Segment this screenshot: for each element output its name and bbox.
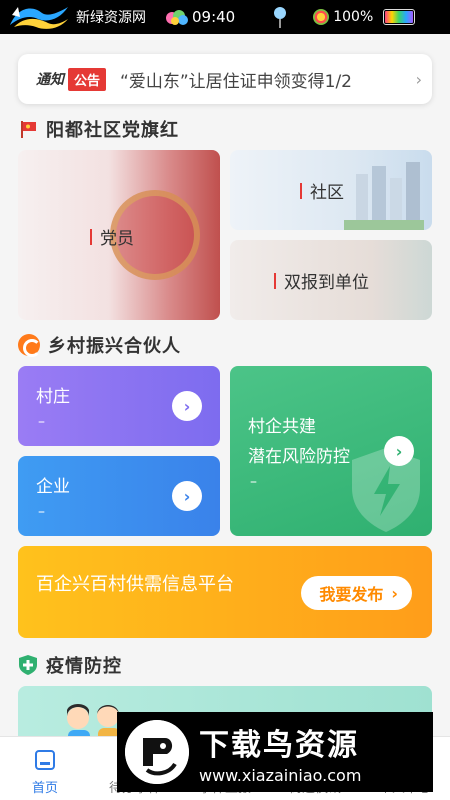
coop-label-1: 村企共建 xyxy=(248,417,316,437)
status-time: 09:40 xyxy=(192,8,236,26)
card-label: 党员 xyxy=(90,224,134,249)
notice-text: “爱山东”让居住证申领变得1/2 xyxy=(120,67,416,92)
platform-title: 百企兴百村供需信息平台 xyxy=(36,574,234,595)
enterprise-arrow-button[interactable]: › xyxy=(172,481,202,511)
village-enterprise-card[interactable]: 村企共建 潜在风险防控 – › xyxy=(230,366,432,536)
bird-logo-icon xyxy=(125,720,189,784)
dual-report-card[interactable]: 双报到单位 xyxy=(230,240,432,320)
coop-arrow-button[interactable]: › xyxy=(384,436,414,466)
enterprise-label: 企业 xyxy=(36,477,70,497)
notice-tag: 通知 xyxy=(36,72,64,88)
chevron-right-icon: › xyxy=(415,69,422,89)
village-dash: – xyxy=(38,414,45,430)
app-logo-icon xyxy=(10,7,68,29)
cloud-notification-icon xyxy=(164,8,190,26)
balloon-icon xyxy=(273,6,287,28)
label-bar xyxy=(90,228,92,245)
chevron-right-icon: › xyxy=(391,583,398,603)
section-epidemic-header: 疫情防控 xyxy=(18,652,122,678)
notice-page: 1/2 xyxy=(324,71,352,92)
coop-label-2: 潜在风险防控 xyxy=(248,447,350,467)
supply-demand-platform-card[interactable]: 百企兴百村供需信息平台 我要发布 › xyxy=(18,546,432,638)
battery-icon xyxy=(383,9,416,25)
community-card[interactable]: 社区 xyxy=(230,150,432,230)
tab-label: 首页 xyxy=(31,781,58,796)
notice-bar[interactable]: 通知 公告 “爱山东”让居住证申领变得1/2 › xyxy=(18,54,432,104)
party-member-label: 党员 xyxy=(100,229,134,249)
notice-text-body: “爱山东”让居住证申领变得 xyxy=(120,71,325,92)
village-card[interactable]: 村庄 – › xyxy=(18,366,220,446)
section-title: 阳都社区党旗红 xyxy=(46,120,179,141)
section-title: 乡村振兴合伙人 xyxy=(48,336,181,357)
status-bar: 新绿资源网 09:40 100% xyxy=(0,0,450,34)
section-title: 疫情防控 xyxy=(46,656,122,677)
tab-home[interactable]: 首页 xyxy=(0,737,90,800)
swirl-logo-icon xyxy=(18,334,41,357)
watermark-url: www.xiazainiao.com xyxy=(199,765,362,785)
label-bar xyxy=(300,182,302,199)
app-name: 新绿资源网 xyxy=(76,10,146,26)
buildings-icon xyxy=(344,162,424,230)
announcement-badge: 公告 xyxy=(68,67,107,91)
label-bar xyxy=(274,272,276,289)
enterprise-card[interactable]: 企业 – › xyxy=(18,456,220,536)
section-village-header: 乡村振兴合伙人 xyxy=(18,332,181,358)
battery-level xyxy=(385,11,414,23)
network-icon xyxy=(313,9,330,25)
enterprise-dash: – xyxy=(38,504,45,520)
card-label: 社区 xyxy=(300,178,344,203)
watermark: 下载鸟资源 www.xiazainiao.com xyxy=(117,712,433,792)
battery-percent: 100% xyxy=(333,9,374,25)
coop-dash: – xyxy=(250,474,257,490)
section-community-header: 阳都社区党旗红 xyxy=(18,116,179,142)
publish-button-label: 我要发布 xyxy=(319,585,384,604)
village-arrow-button[interactable]: › xyxy=(172,391,202,421)
party-flag-icon xyxy=(21,121,36,138)
home-icon xyxy=(35,750,55,770)
card-label: 双报到单位 xyxy=(274,268,369,293)
watermark-text: 下载鸟资源 www.xiazainiao.com xyxy=(199,720,361,785)
watermark-title: 下载鸟资源 xyxy=(199,727,359,763)
community-label: 社区 xyxy=(310,183,344,203)
village-label: 村庄 xyxy=(36,387,70,407)
publish-button[interactable]: 我要发布 › xyxy=(301,576,412,610)
dual-report-label: 双报到单位 xyxy=(284,273,369,293)
party-member-card[interactable]: 党员 xyxy=(18,150,220,320)
shield-cross-icon xyxy=(19,655,37,675)
